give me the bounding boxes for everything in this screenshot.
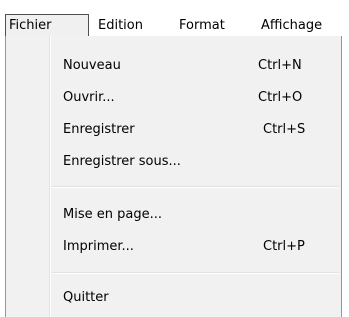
menu-item-quitter[interactable]: Quitter	[6, 282, 341, 314]
menu-item-enregistrer-sous[interactable]: Enregistrer sous...	[6, 146, 341, 178]
menu-item-label: Nouveau	[63, 58, 121, 73]
menu-format[interactable]: Format	[179, 14, 225, 37]
menu-item-nouveau[interactable]: Nouveau Ctrl+N	[6, 50, 341, 82]
menu-fichier[interactable]: Fichier	[5, 14, 89, 37]
menu-item-label: Enregistrer	[63, 122, 135, 137]
menu-item-mise-en-page[interactable]: Mise en page...	[6, 199, 341, 231]
menu-separator	[52, 186, 339, 188]
menu-item-ouvrir[interactable]: Ouvrir... Ctrl+O	[6, 82, 341, 114]
menu-item-shortcut: Ctrl+N	[258, 58, 302, 73]
menu-item-shortcut: Ctrl+O	[258, 90, 303, 105]
menu-item-label: Quitter	[63, 290, 109, 305]
menu-separator	[52, 272, 339, 274]
menu-item-enregistrer[interactable]: Enregistrer Ctrl+S	[6, 114, 341, 146]
menu-edition[interactable]: Edition	[98, 14, 143, 37]
menu-item-label: Enregistrer sous...	[63, 154, 181, 169]
menu-item-shortcut: Ctrl+S	[263, 122, 306, 137]
menu-item-label: Mise en page...	[63, 207, 162, 222]
fichier-dropdown-menu: Nouveau Ctrl+N Ouvrir... Ctrl+O Enregist…	[5, 36, 342, 317]
menu-item-shortcut: Ctrl+P	[263, 239, 305, 254]
menu-affichage[interactable]: Affichage	[261, 14, 322, 37]
menu-item-imprimer[interactable]: Imprimer... Ctrl+P	[6, 231, 341, 263]
menu-item-label: Ouvrir...	[63, 90, 115, 105]
menu-item-label: Imprimer...	[63, 239, 134, 254]
